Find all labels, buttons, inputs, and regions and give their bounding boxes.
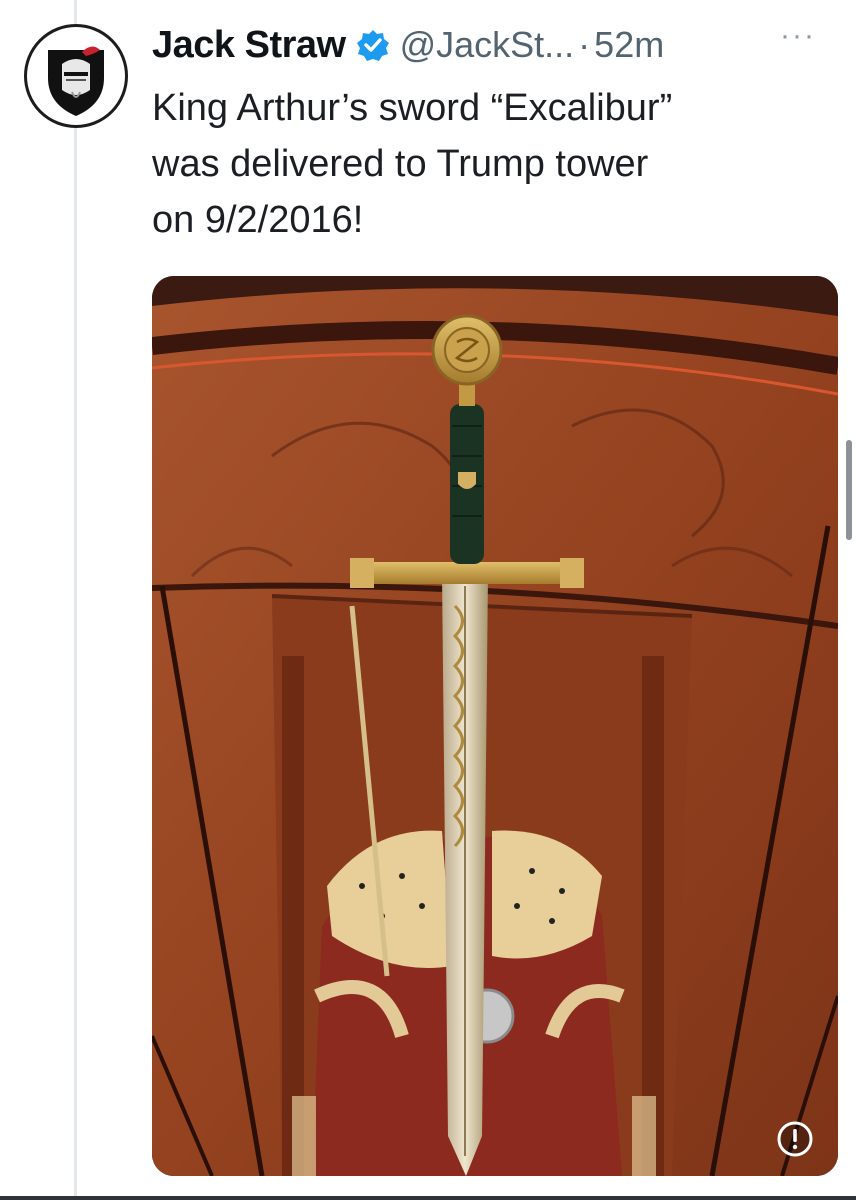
author-name[interactable]: Jack Straw [152,24,346,67]
separator-dot: · [578,24,591,65]
tweet-text-line: on 9/2/2016! [152,199,364,241]
tweet-text-line: was delivered to Trump tower [152,143,649,185]
excalibur-photo [152,276,838,1176]
tweet-media-image[interactable] [152,276,838,1176]
thread-connector-line [74,0,77,1200]
knight-helmet-icon [30,30,122,122]
verified-badge-icon [356,28,390,62]
avatar[interactable] [24,24,128,128]
tweet-text: King Arthur’s sword “Excalibur” was deli… [152,80,812,248]
bottom-divider [0,1196,856,1200]
tweet-header: Jack Straw @JackSt... · 52m [152,20,842,70]
scrollbar-thumb[interactable] [846,440,852,540]
more-options-button[interactable]: ··· [780,21,816,51]
exclamation-circle-icon[interactable] [776,1120,814,1158]
author-handle[interactable]: @JackSt... [400,24,575,66]
timestamp[interactable]: 52m [594,24,664,66]
tweet-text-line: King Arthur’s sword “Excalibur” [152,87,673,129]
